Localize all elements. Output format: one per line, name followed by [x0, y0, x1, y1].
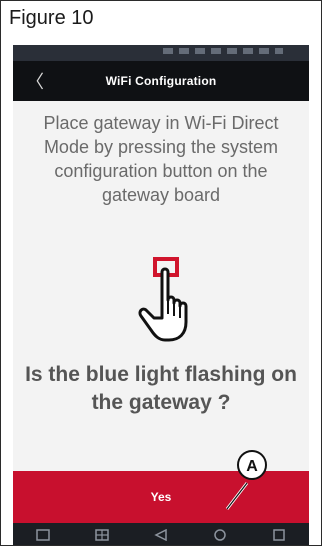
chevron-left-icon: 〈: [26, 72, 44, 92]
instruction-text: Place gateway in Wi-Fi Direct Mode by pr…: [43, 113, 279, 205]
figure-frame: Figure 10 WiFi Configuration 〈 Place gat…: [0, 0, 322, 546]
app-bar: WiFi Configuration 〈: [13, 61, 309, 101]
square-icon[interactable]: [33, 528, 53, 542]
hand-pointer-press-icon: [138, 257, 188, 342]
back-button[interactable]: 〈: [21, 67, 49, 95]
android-nav-bar: [13, 523, 309, 545]
status-icons: [163, 48, 283, 54]
main-content: Place gateway in Wi-Fi Direct Mode by pr…: [13, 101, 309, 471]
phone-screen: WiFi Configuration 〈 Place gateway in Wi…: [13, 45, 309, 545]
question-text: Is the blue light flashing on the gatewa…: [25, 363, 297, 414]
square-recents-icon[interactable]: [269, 528, 289, 542]
yes-button-label: Yes: [150, 490, 172, 504]
yes-button[interactable]: Yes: [13, 471, 309, 523]
page-title: WiFi Configuration: [105, 74, 217, 88]
triangle-back-icon[interactable]: [151, 528, 171, 542]
grid-icon[interactable]: [92, 528, 112, 542]
figure-caption: Figure 10: [1, 1, 321, 45]
circle-home-icon[interactable]: [210, 528, 230, 542]
figure-caption-text: Figure 10: [9, 7, 94, 29]
status-bar: [13, 45, 309, 61]
